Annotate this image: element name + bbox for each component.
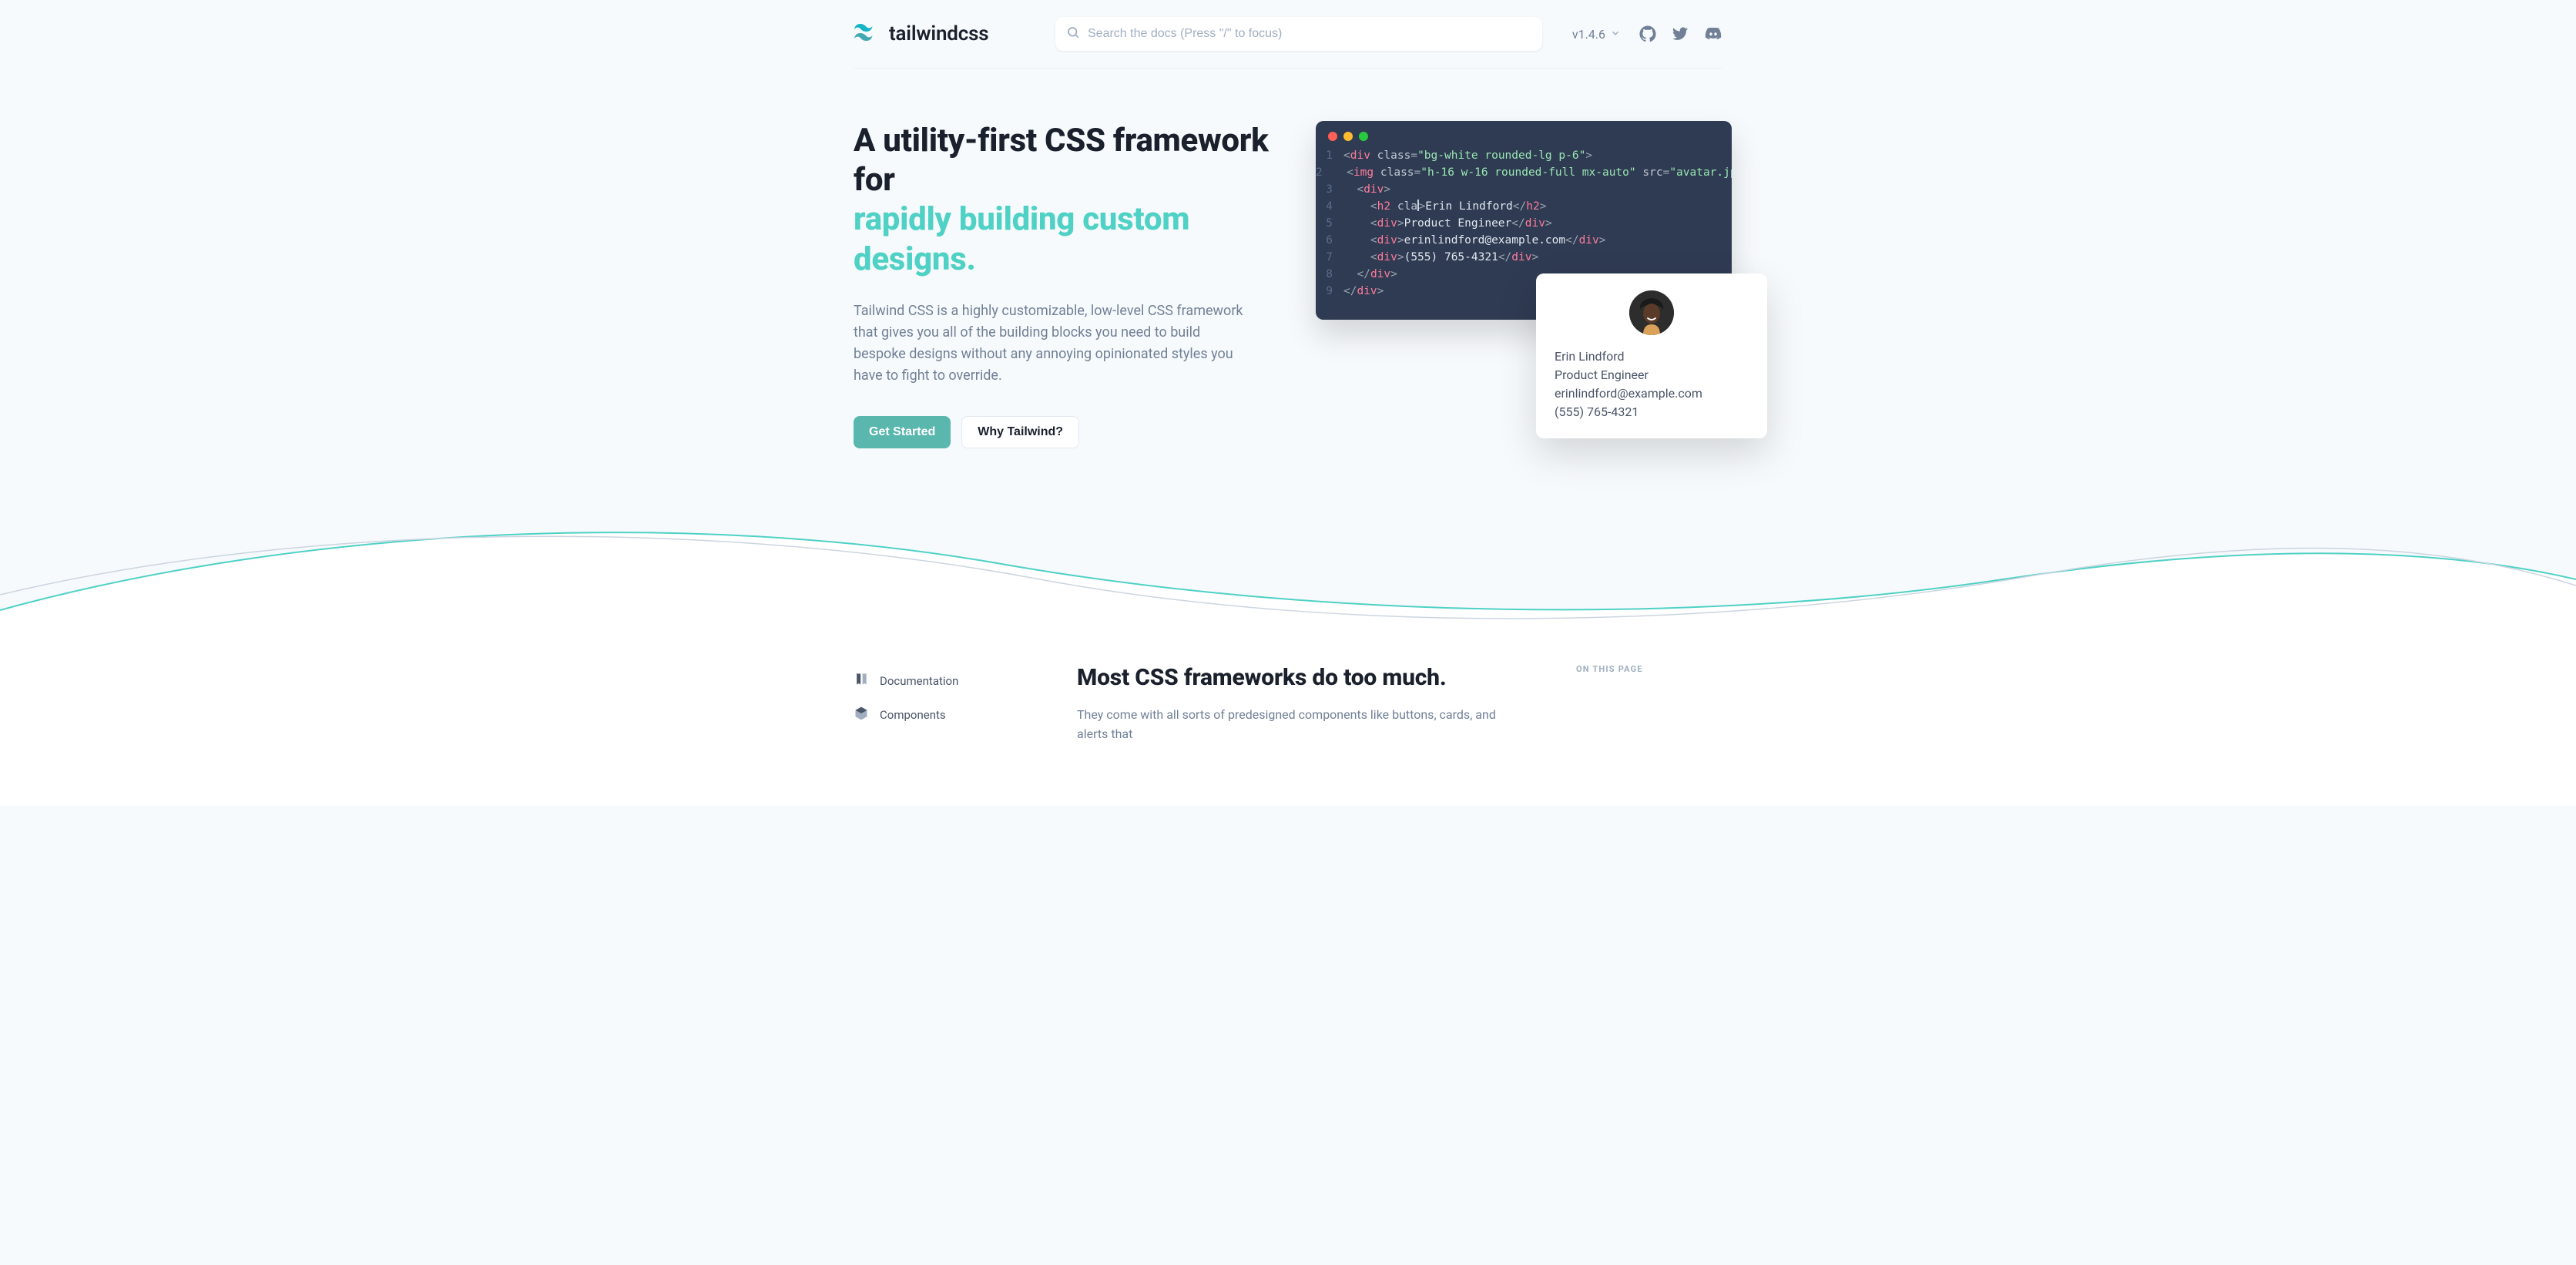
- hero-heading: A utility-first CSS framework for rapidl…: [854, 121, 1285, 279]
- sidenav-label-components: Components: [880, 708, 946, 722]
- preview-card: Erin Lindford Product Engineer erinlindf…: [1536, 273, 1767, 438]
- decorative-wave: [0, 495, 2576, 633]
- side-nav: Documentation Components: [854, 664, 1031, 744]
- chevron-down-icon: [1610, 27, 1621, 42]
- section-paragraph: They come with all sorts of predesigned …: [1077, 705, 1530, 744]
- zoom-dot-icon: [1359, 132, 1368, 141]
- avatar: [1629, 290, 1674, 335]
- section-heading: Most CSS frameworks do too much.: [1077, 664, 1530, 691]
- card-phone: (555) 765-4321: [1555, 403, 1749, 421]
- toc-title: ON THIS PAGE: [1576, 664, 1722, 674]
- site-header: tailwindcss v1.4.6: [854, 0, 1722, 68]
- minimize-dot-icon: [1343, 132, 1353, 141]
- twitter-icon[interactable]: [1672, 25, 1689, 42]
- search-input[interactable]: [1055, 17, 1542, 51]
- github-icon[interactable]: [1639, 25, 1656, 42]
- search-icon: [1066, 25, 1080, 42]
- discord-icon[interactable]: [1704, 25, 1722, 42]
- hero-subtitle: Tailwind CSS is a highly customizable, l…: [854, 300, 1246, 387]
- card-email: erinlindford@example.com: [1555, 384, 1749, 403]
- sidenav-item-components[interactable]: Components: [854, 698, 1031, 732]
- brand-logo[interactable]: tailwindcss: [854, 22, 1055, 45]
- why-tailwind-button[interactable]: Why Tailwind?: [961, 416, 1079, 448]
- hero-heading-line1: A utility-first CSS framework for: [854, 122, 1269, 199]
- version-selector[interactable]: v1.4.6: [1572, 27, 1621, 42]
- search-wrap: [1055, 17, 1542, 51]
- header-divider: [854, 68, 1722, 69]
- hero-heading-line2: rapidly building custom designs.: [854, 200, 1189, 277]
- sidenav-item-docs[interactable]: Documentation: [854, 664, 1031, 698]
- version-label: v1.4.6: [1572, 27, 1605, 42]
- get-started-button[interactable]: Get Started: [854, 416, 951, 448]
- brand-text: tailwindcss: [889, 22, 988, 45]
- card-name: Erin Lindford: [1555, 347, 1749, 366]
- sidenav-label-docs: Documentation: [880, 674, 958, 688]
- book-icon: [854, 672, 869, 690]
- tailwind-logo-icon: [854, 24, 881, 44]
- window-traffic-lights: [1316, 121, 1732, 146]
- card-role: Product Engineer: [1555, 366, 1749, 384]
- box-icon: [854, 706, 869, 724]
- close-dot-icon: [1328, 132, 1337, 141]
